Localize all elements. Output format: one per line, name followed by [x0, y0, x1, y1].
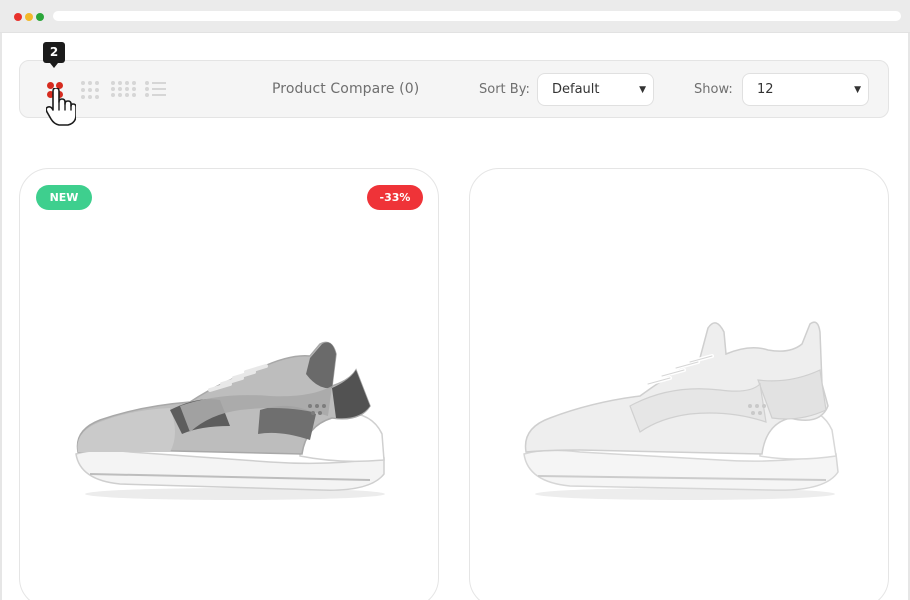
product-card[interactable]	[469, 168, 889, 600]
product-compare-link[interactable]: Product Compare (0)	[272, 81, 419, 97]
caret-down-icon: ▼	[854, 85, 861, 95]
address-bar[interactable]	[53, 11, 901, 21]
product-image-white-sneaker[interactable]	[520, 314, 840, 504]
grid-4-columns-view-icon[interactable]	[111, 81, 136, 97]
list-view-icon[interactable]	[145, 81, 166, 97]
view-columns-tooltip: 2	[43, 42, 65, 68]
new-badge: NEW	[36, 185, 92, 210]
window-maximize-dot[interactable]	[36, 13, 44, 21]
grid-2-columns-view-icon[interactable]	[47, 82, 63, 98]
show-count-select[interactable]: 12 ▼	[742, 73, 869, 106]
product-card[interactable]: NEW -33%	[19, 168, 439, 600]
sort-by-select[interactable]: Default ▼	[537, 73, 654, 106]
shop-toolbar: Product Compare (0) Sort By: Default ▼ S…	[19, 60, 889, 118]
caret-down-icon: ▼	[639, 85, 646, 95]
sort-by-label: Sort By:	[479, 82, 530, 97]
discount-badge: -33%	[367, 185, 423, 210]
browser-bar	[0, 0, 910, 33]
window-minimize-dot[interactable]	[25, 13, 33, 21]
show-count-value: 12	[757, 82, 774, 97]
sort-by-value: Default	[552, 82, 600, 97]
show-count-label: Show:	[694, 82, 733, 97]
window-close-dot[interactable]	[14, 13, 22, 21]
window-frame-left	[0, 33, 2, 600]
product-image-grey-sneaker[interactable]	[70, 334, 390, 504]
grid-3-columns-view-icon[interactable]	[81, 81, 99, 99]
